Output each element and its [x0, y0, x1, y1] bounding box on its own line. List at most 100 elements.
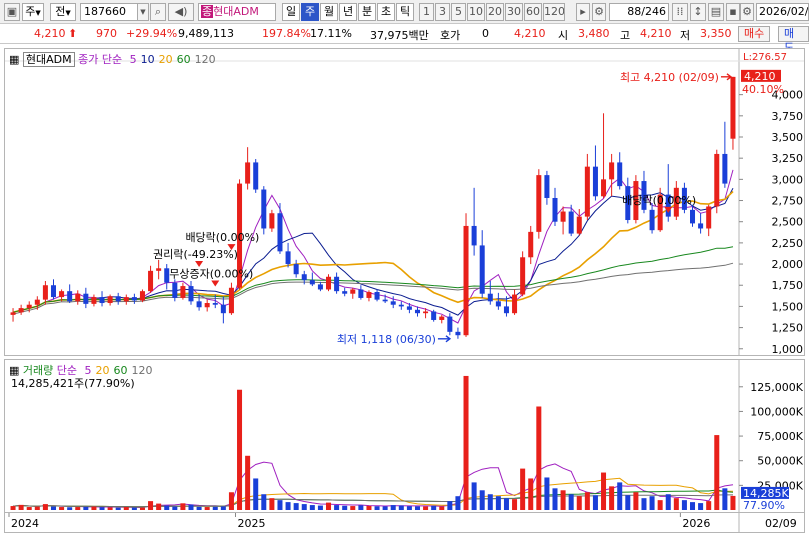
volume-bar	[350, 506, 356, 510]
chevron-down-icon: ▼	[35, 9, 41, 17]
chevron-down-icon[interactable]: ▼	[137, 3, 149, 21]
ask-price: 4,210	[514, 27, 546, 40]
candle-body	[503, 306, 509, 314]
candle-body	[204, 303, 210, 308]
interval-tab[interactable]: 60	[524, 3, 542, 21]
type-select[interactable]: 전▼	[50, 3, 76, 21]
grid-icon[interactable]: ⁞⁞	[672, 3, 688, 21]
volume-bar	[625, 495, 631, 510]
panel-grip-icon[interactable]: ▦	[9, 53, 19, 66]
interval-tab[interactable]: 10	[467, 3, 485, 21]
price-panel-title: 현대ADM	[22, 52, 75, 67]
vol-ma-line-60	[12, 489, 734, 508]
play-icon[interactable]: ▸	[576, 3, 590, 21]
candle-body	[293, 264, 299, 275]
candle-body	[560, 211, 566, 222]
window-icon[interactable]: ▣	[4, 3, 20, 21]
volume-bar	[67, 507, 73, 510]
period-tab[interactable]: 초	[377, 3, 395, 21]
stock-name-box[interactable]: 종현대ADM	[198, 3, 276, 21]
volume-bar	[301, 504, 307, 510]
volume-bar	[431, 505, 437, 510]
candle-body	[722, 153, 728, 184]
sell-button[interactable]: 매도	[778, 26, 809, 54]
low-annotation: 최저 1,118 (06/30)	[337, 333, 436, 346]
volume-bar	[706, 501, 712, 510]
candle-body	[18, 308, 24, 313]
market-select[interactable]: 주▼	[22, 3, 44, 21]
interval-tab[interactable]: 3	[435, 3, 450, 21]
expand-icon[interactable]: ↕	[690, 3, 706, 21]
candle-body	[520, 257, 526, 295]
volume-bar	[220, 506, 226, 510]
candle-body	[366, 292, 372, 298]
vol-ma-legend-item[interactable]: 120	[132, 364, 153, 377]
current-price: 4,210	[34, 27, 66, 40]
period-tab[interactable]: 주	[301, 3, 319, 21]
ma-legend-item[interactable]: 5	[130, 53, 137, 66]
interval-tab[interactable]: 1	[419, 3, 434, 21]
price-chart[interactable]: 1,000 1,250 1,500 1,750 2,000 2,250 2,500 2,750…	[5, 49, 805, 356]
ma-legend-prefix: 종가 단순	[78, 53, 123, 66]
candle-body	[649, 209, 655, 231]
settings-small-icon[interactable]: ⚙	[592, 3, 606, 21]
vol-ma-line-120	[12, 494, 733, 508]
period-tab[interactable]: 틱	[396, 3, 414, 21]
low-arrow-icon	[437, 335, 452, 343]
volume-bar	[237, 389, 243, 510]
candle-body	[285, 251, 291, 265]
volume-bar	[164, 505, 170, 510]
candle-body	[374, 292, 380, 300]
interval-tab[interactable]: 5	[451, 3, 466, 21]
date-input[interactable]: 2026/02/09	[756, 3, 809, 21]
volume-tick-label: 50,000K	[757, 455, 803, 468]
ma-line-60	[12, 246, 734, 313]
period-tab[interactable]: 년	[339, 3, 357, 21]
search-icon[interactable]: ⌕	[150, 3, 166, 21]
volume-bar	[568, 494, 574, 510]
volume-bar	[528, 478, 534, 510]
candle-body	[317, 284, 323, 290]
candle-body	[196, 301, 202, 308]
volume-bar	[188, 504, 194, 510]
buy-button[interactable]: 매수	[738, 26, 771, 42]
ma-legend-item[interactable]: 120	[195, 53, 216, 66]
candle-body	[592, 166, 598, 197]
page-count-input[interactable]: 88/246	[609, 3, 669, 21]
ma-legend-periods: 5 10 20 60 120	[126, 53, 216, 66]
interval-tab[interactable]: 30	[505, 3, 523, 21]
volume-bar	[406, 506, 412, 510]
candle-body	[479, 245, 485, 294]
toolbar: ▣ 주▼ 전▼ 187660 ▼ ⌕ ◀) 종현대ADM 일주월년분초틱 135…	[0, 0, 809, 24]
candle-body	[439, 316, 445, 320]
date-value: 2026/02/09	[759, 5, 809, 18]
up-arrow-icon: ⬆	[68, 27, 78, 40]
candle-body	[75, 293, 81, 302]
interval-tab[interactable]: 20	[486, 3, 504, 21]
ma-legend-item[interactable]: 20	[159, 53, 173, 66]
volume-chart-panel[interactable]: 25,000K 50,000K 75,000K 100,000K 125,000K 14,…	[4, 359, 805, 513]
volume-bar	[131, 507, 137, 510]
lock-icon[interactable]: ▪	[726, 3, 740, 21]
volume-bar	[576, 496, 582, 510]
open-label: 시	[558, 29, 569, 42]
period-tab[interactable]: 분	[358, 3, 376, 21]
high-label: 고	[620, 29, 631, 42]
volume-bar	[172, 506, 178, 510]
speaker-icon[interactable]: ◀)	[168, 3, 194, 21]
ma-legend-item[interactable]: 10	[141, 53, 155, 66]
save-icon[interactable]: ▤	[708, 3, 724, 21]
interval-tab[interactable]: 120	[543, 3, 565, 21]
ma-legend-item[interactable]: 60	[177, 53, 191, 66]
period-tab[interactable]: 월	[320, 3, 338, 21]
gear-icon[interactable]: ⚙	[740, 3, 754, 21]
price-chart-panel[interactable]: 1,000 1,250 1,500 1,750 2,000 2,250 2,500 2,750…	[4, 48, 805, 356]
volume-bar	[75, 507, 81, 510]
volume-bar	[10, 506, 16, 510]
current-price-badge-text: 4,210	[744, 70, 776, 83]
volume-bar	[253, 478, 259, 510]
period-tab[interactable]: 일	[282, 3, 300, 21]
candle-body	[10, 312, 16, 315]
price-change: 970	[96, 27, 117, 40]
candle-body	[212, 303, 218, 305]
